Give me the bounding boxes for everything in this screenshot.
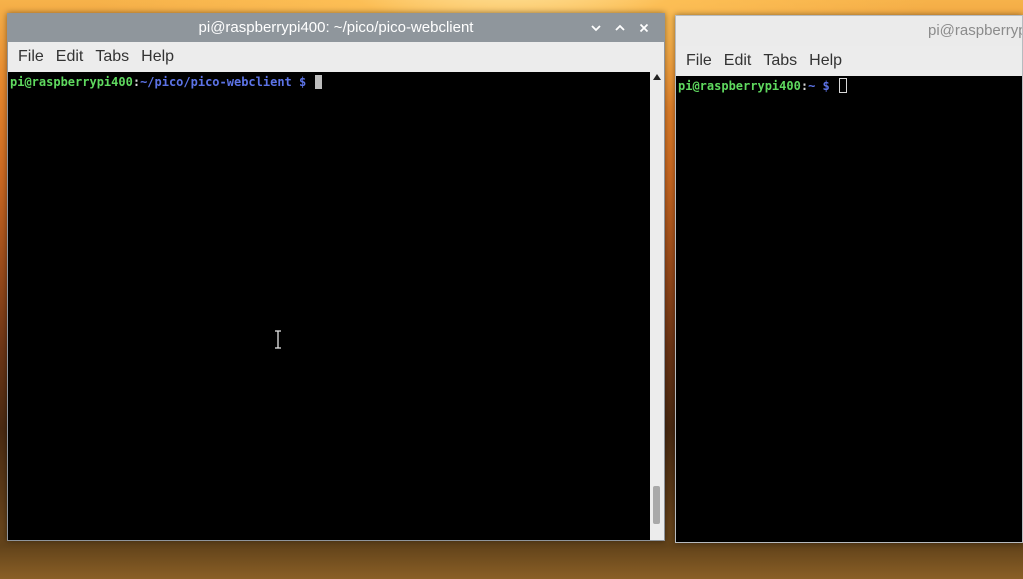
chevron-down-icon xyxy=(591,25,601,32)
menu-file[interactable]: File xyxy=(12,42,50,72)
minimize-button[interactable] xyxy=(584,17,608,39)
menu-help[interactable]: Help xyxy=(135,42,180,72)
prompt-symbol: $ xyxy=(815,79,837,93)
menu-edit[interactable]: Edit xyxy=(50,42,90,72)
prompt-user-host: pi@raspberrypi400 xyxy=(678,79,801,93)
window-titlebar[interactable]: pi@raspberrypi400: ~/pico/pico-webclient xyxy=(8,14,664,42)
arrow-up-icon[interactable] xyxy=(653,74,661,80)
menu-tabs[interactable]: Tabs xyxy=(757,46,803,76)
text-cursor xyxy=(838,78,847,93)
close-button[interactable] xyxy=(632,17,656,39)
menu-file[interactable]: File xyxy=(680,46,718,76)
vertical-scrollbar[interactable] xyxy=(650,72,664,540)
menu-tabs[interactable]: Tabs xyxy=(89,42,135,72)
window-title: pi@raspberrypi400 xyxy=(928,22,1022,39)
window-controls xyxy=(584,14,656,42)
scroll-thumb[interactable] xyxy=(653,486,660,524)
terminal-window-inactive[interactable]: pi@raspberrypi400 File Edit Tabs Help pi… xyxy=(675,15,1023,543)
menu-bar: File Edit Tabs Help xyxy=(676,46,1022,76)
prompt-path: ~/pico/pico-webclient xyxy=(140,75,292,89)
chevron-up-icon xyxy=(615,24,625,31)
prompt-user-host: pi@raspberrypi400 xyxy=(10,75,133,89)
window-titlebar[interactable]: pi@raspberrypi400 xyxy=(676,16,1022,46)
prompt-separator: : xyxy=(132,75,141,89)
menu-edit[interactable]: Edit xyxy=(718,46,758,76)
maximize-button[interactable] xyxy=(608,17,632,39)
menu-help[interactable]: Help xyxy=(803,46,848,76)
terminal-area[interactable]: pi@raspberrypi400:~ $ xyxy=(676,76,1022,542)
prompt-symbol: $ xyxy=(291,75,314,89)
text-cursor xyxy=(315,75,323,89)
terminal-area[interactable]: pi@raspberrypi400:~/pico/pico-webclient … xyxy=(8,72,650,540)
menu-bar: File Edit Tabs Help xyxy=(8,42,664,72)
terminal-window-active[interactable]: pi@raspberrypi400: ~/pico/pico-webclient… xyxy=(7,13,665,541)
window-title: pi@raspberrypi400: ~/pico/pico-webclient xyxy=(198,19,474,36)
close-icon xyxy=(639,23,649,33)
prompt-separator: : xyxy=(800,79,809,93)
ibeam-cursor-icon xyxy=(275,330,281,349)
